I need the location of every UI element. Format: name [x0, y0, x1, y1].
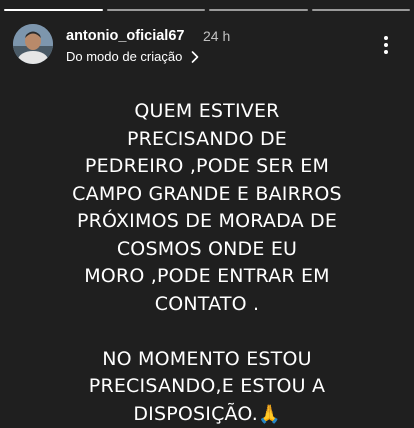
- story-progress-bar: [4, 9, 410, 11]
- caption-line: COSMOS ONDE EU: [116, 237, 298, 260]
- story-header: antonio_oficial67 24 h Do modo de criaçã…: [13, 24, 404, 68]
- praying-hands-icon: 🙏: [258, 403, 281, 425]
- caption-line: PRECISANDO DE: [126, 127, 288, 150]
- avatar[interactable]: [13, 24, 53, 64]
- story-viewer: antonio_oficial67 24 h Do modo de criaçã…: [0, 0, 414, 428]
- caption-line: CONTATO .: [154, 292, 260, 315]
- progress-segment: [311, 9, 410, 11]
- caption-line-last: DISPOSIÇÃO.🙏: [0, 401, 414, 428]
- caption-line: PEDREIRO ,PODE SER EM: [84, 155, 330, 177]
- caption-line-text: DISPOSIÇÃO.: [133, 402, 259, 425]
- chevron-right-icon: [192, 50, 199, 63]
- timestamp: 24 h: [203, 28, 231, 44]
- more-options-button[interactable]: [380, 34, 392, 56]
- progress-segment: [106, 9, 205, 11]
- username[interactable]: antonio_oficial67: [66, 28, 184, 44]
- caption-line: PRÓXIMOS DE MORADA DE: [76, 210, 338, 232]
- caption-line: QUEM ESTIVER: [134, 100, 280, 122]
- create-mode-link[interactable]: Do modo de criação: [66, 49, 200, 64]
- caption-line: NO MOMENTO ESTOU: [102, 347, 312, 370]
- avatar-photo: [13, 24, 53, 64]
- caption-line: MORO ,PODE ENTRAR EM: [84, 265, 330, 287]
- caption-line: PRECISANDO,E ESTOU A: [88, 375, 326, 397]
- progress-segment: [4, 9, 103, 11]
- more-vertical-icon: [384, 36, 388, 54]
- progress-segment: [209, 9, 308, 11]
- create-mode-label: Do modo de criação: [66, 49, 183, 64]
- story-caption: QUEM ESTIVER PRECISANDO DE PEDREIRO ,POD…: [0, 98, 414, 428]
- caption-line: CAMPO GRANDE E BAIRROS: [72, 182, 342, 205]
